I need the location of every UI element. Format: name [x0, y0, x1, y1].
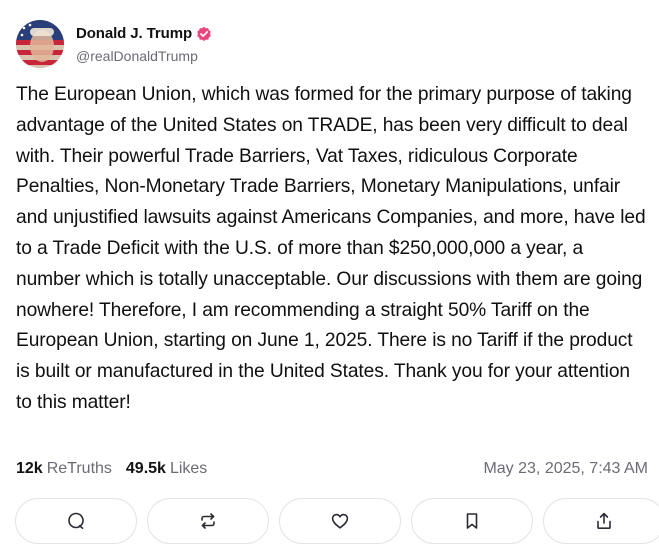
retruths-count: 12k: [16, 460, 43, 477]
bookmark-icon: [466, 513, 478, 529]
avatar[interactable]: [16, 20, 64, 68]
like-button[interactable]: [279, 498, 401, 544]
author-handle[interactable]: @realDonaldTrump: [76, 49, 212, 63]
action-bar: [15, 498, 659, 544]
share-button[interactable]: [543, 498, 659, 544]
post-card: Donald J. Trump @realDonaldTrump The Eur…: [0, 0, 659, 560]
reply-icon: [68, 512, 84, 529]
post-text: The European Union, which was formed for…: [16, 84, 646, 413]
post-timestamp[interactable]: May 23, 2025, 7:43 AM: [483, 460, 648, 478]
display-name-row: Donald J. Trump: [76, 26, 212, 42]
share-icon: [597, 512, 611, 529]
retruth-icon: [201, 513, 215, 529]
bookmark-button[interactable]: [411, 498, 533, 544]
post-header: Donald J. Trump @realDonaldTrump: [16, 20, 212, 68]
retruths-stat[interactable]: 12k ReTruths: [16, 460, 112, 478]
retruth-button[interactable]: [147, 498, 269, 544]
verified-badge-icon: [196, 26, 212, 42]
post-stats: 12k ReTruths 49.5k Likes May 23, 2025, 7…: [16, 458, 648, 480]
retruths-label: ReTruths: [46, 460, 112, 477]
likes-label: Likes: [169, 460, 208, 477]
author-names: Donald J. Trump @realDonaldTrump: [76, 26, 212, 63]
likes-stat[interactable]: 49.5k Likes: [126, 460, 207, 478]
avatar-image: [16, 20, 64, 68]
like-icon: [331, 513, 349, 529]
reply-button[interactable]: [15, 498, 137, 544]
likes-count: 49.5k: [125, 460, 166, 477]
display-name[interactable]: Donald J. Trump: [76, 26, 192, 41]
